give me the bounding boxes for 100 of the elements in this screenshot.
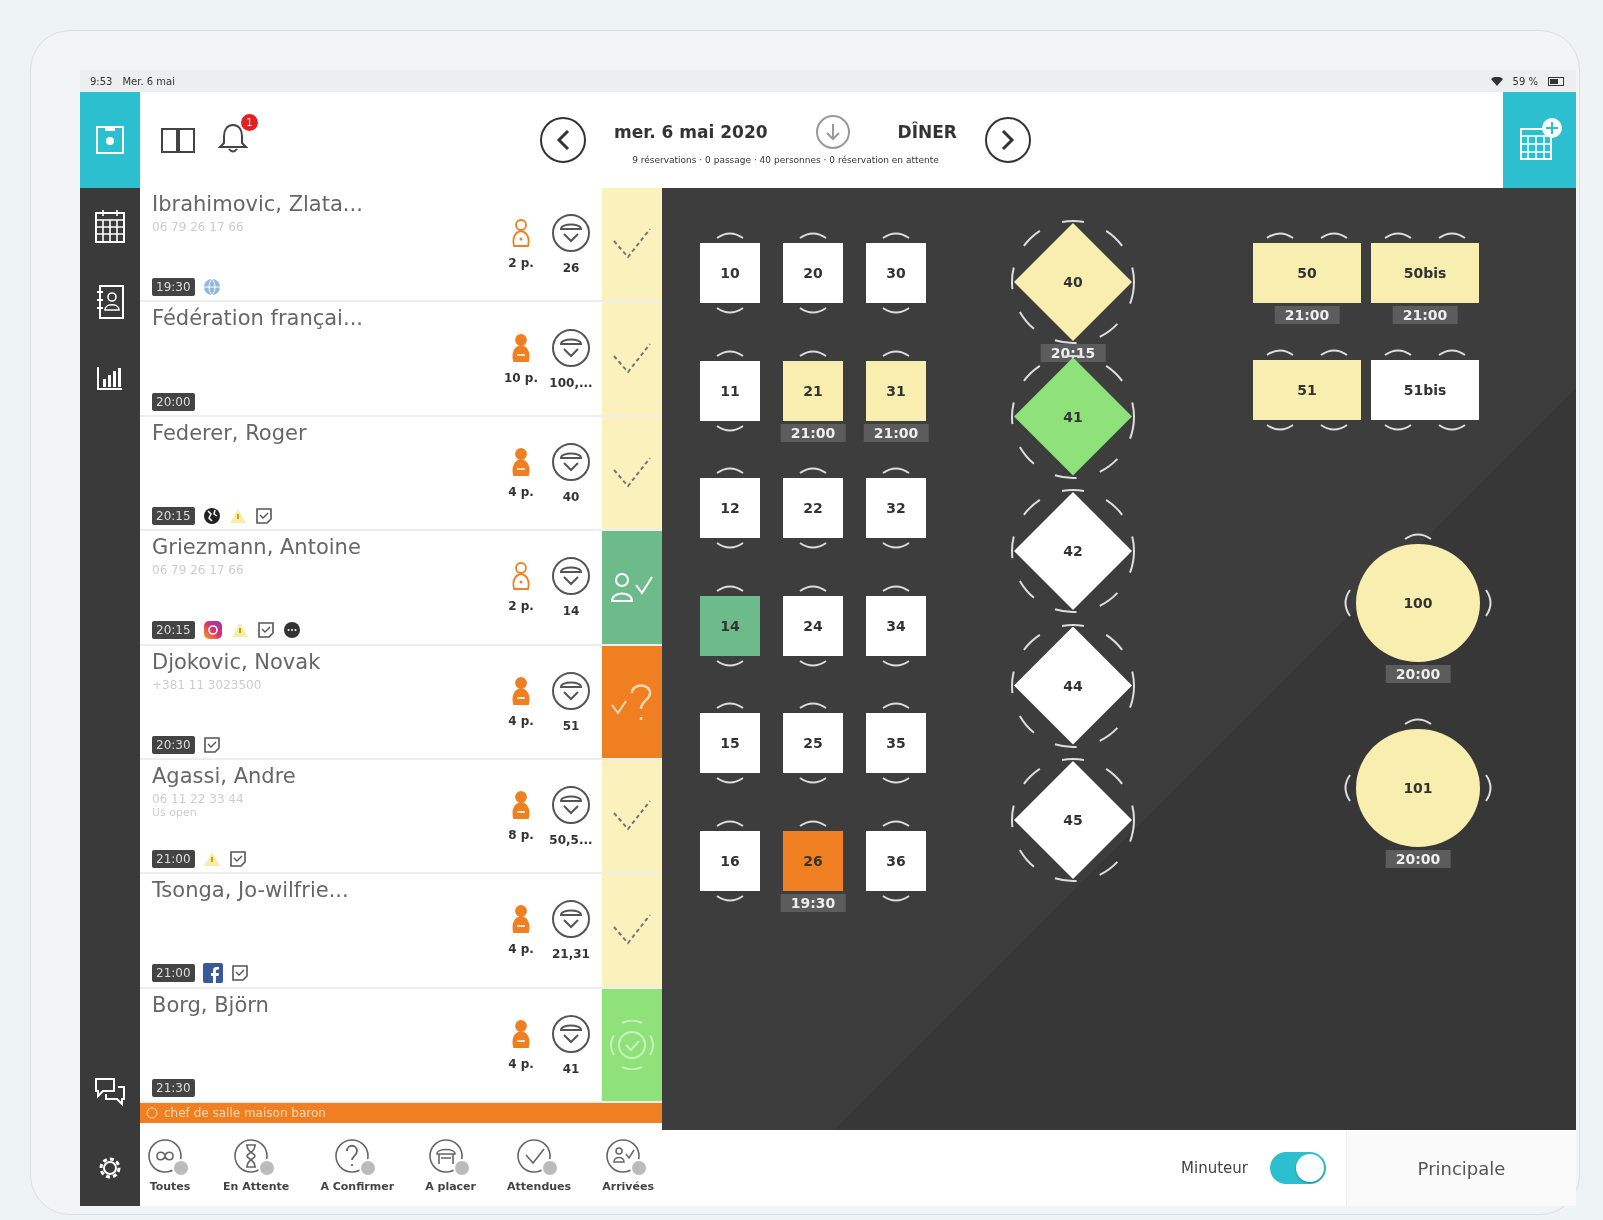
down-arrow-icon [825,123,840,141]
dining-table[interactable]: 31 [866,360,926,421]
room-button[interactable]: Principale [1346,1130,1576,1206]
next-day-button[interactable] [984,117,1031,163]
table-time: 19:30 [780,894,846,912]
dining-table[interactable]: 36 [866,831,926,891]
chevron-right-icon [1000,129,1015,151]
dining-table[interactable]: 40 [1014,223,1132,341]
globe-icon [202,507,221,526]
table-number: 50,5... [549,833,593,848]
dining-table[interactable]: 101 [1356,729,1480,847]
dining-table[interactable]: 24 [783,595,843,656]
dining-table[interactable]: 16 [700,831,760,891]
arrived-status-button[interactable] [602,531,662,644]
warning-icon [230,621,249,638]
dining-table[interactable]: 42 [1014,492,1132,610]
dining-table[interactable]: 100 [1356,544,1480,662]
filter-tab[interactable]: En Attente [221,1123,292,1206]
bar-chart-icon[interactable] [96,365,124,391]
status-date: Mer. 6 mai [122,75,175,87]
check-icon [612,455,652,490]
warning-icon [228,508,247,525]
clock: 9:53 [90,75,113,87]
note-icon [202,735,221,754]
to-confirm-status-button[interactable] [602,645,662,758]
reservation-row[interactable]: Federer, Roger 20:15 4 p. 40 [140,416,662,532]
dining-table[interactable]: 35 [866,713,926,774]
person-check-icon [610,571,654,604]
table-time: 21:00 [1392,306,1458,324]
table-check-icon [610,1019,654,1070]
dining-table[interactable]: 50bis [1371,243,1479,303]
dining-table[interactable]: 34 [866,595,926,656]
table-time: 21:00 [780,423,846,442]
dining-table[interactable]: 22 [783,478,843,539]
book-icon[interactable] [160,126,196,154]
dining-table[interactable]: 51 [1253,360,1361,420]
filter-tab[interactable]: Arrivées [600,1123,656,1206]
reservation-row[interactable]: Fédération françai... 20:00 10 p. 100,... [140,302,662,417]
dining-table[interactable]: 20 [783,243,843,303]
dining-table[interactable]: 21 [783,360,843,421]
table-time: 21:00 [1274,306,1340,324]
wifi-icon [1490,76,1503,86]
facebook-icon [202,962,223,983]
battery-icon [1548,76,1566,86]
calendar-icon[interactable] [94,208,126,244]
dining-table[interactable]: 30 [866,243,926,303]
dining-table[interactable]: 26 [783,831,843,891]
timer-toggle[interactable] [1270,1152,1326,1184]
floor-plan-icon [94,124,126,156]
dining-table[interactable]: 25 [783,713,843,774]
dining-table[interactable]: 15 [700,713,760,774]
download-button[interactable] [815,115,850,149]
filter-tab[interactable]: Toutes [146,1123,194,1206]
guest-name: Borg, Björn [152,992,270,1017]
dining-table[interactable]: 10 [700,243,760,303]
booking-time: 20:15 [152,507,195,526]
table-check-icon [551,556,591,597]
party-size: 8 p. [508,828,534,843]
reservation-row[interactable]: Tsonga, Jo-wilfrie... 21:00 4 p. 21,31 [140,874,662,989]
previous-day-button[interactable] [540,117,586,163]
booking-time: 19:30 [152,278,195,297]
guest-name: Agassi, Andre [152,763,297,788]
dining-table[interactable]: 14 [700,595,760,656]
filter-tab[interactable]: A placer [423,1123,478,1206]
dining-table[interactable]: 51bis [1371,360,1479,420]
table-number: 41 [562,1061,580,1076]
table-time: 20:00 [1385,850,1451,868]
bell-icon[interactable] [218,122,248,154]
floor-plan-tab[interactable] [80,92,140,188]
dining-table[interactable]: 11 [700,360,760,421]
party-size: 2 p. [508,256,534,271]
table-number: 21,31 [552,947,590,962]
address-book-icon[interactable] [95,284,125,320]
notification-badge: 1 [241,114,258,131]
note-icon [254,507,273,526]
filter-tab[interactable]: A Confirmer [318,1123,397,1206]
table-time: 20:00 [1385,665,1451,683]
table-check-icon [551,213,591,254]
guest-name: Federer, Roger [152,420,308,445]
dining-table[interactable]: 50 [1253,243,1361,303]
table-check-icon [551,899,591,940]
booking-time: 20:00 [152,392,195,411]
filter-tab[interactable]: Attendues [505,1123,574,1206]
booking-time: 20:30 [152,735,195,754]
chat-icon [282,620,301,639]
table-check-icon [551,1013,591,1054]
add-booking-button[interactable] [1503,92,1576,188]
warning-icon [202,851,221,868]
guest-name: Djokovic, Novak [152,649,322,674]
clock-icon [146,1107,158,1119]
booking-time: 20:15 [152,620,195,639]
dining-table[interactable]: 32 [866,478,926,539]
dining-table[interactable]: 41 [1014,357,1132,476]
dining-table[interactable]: 45 [1014,761,1132,879]
guest-name: Griezmann, Antoine [152,535,362,560]
table-check-icon [551,441,591,482]
dining-table[interactable]: 12 [700,478,760,539]
dining-table[interactable]: 44 [1014,626,1132,745]
chat-icon[interactable] [94,1077,126,1107]
guest-name: Fédération françai... [152,306,364,331]
